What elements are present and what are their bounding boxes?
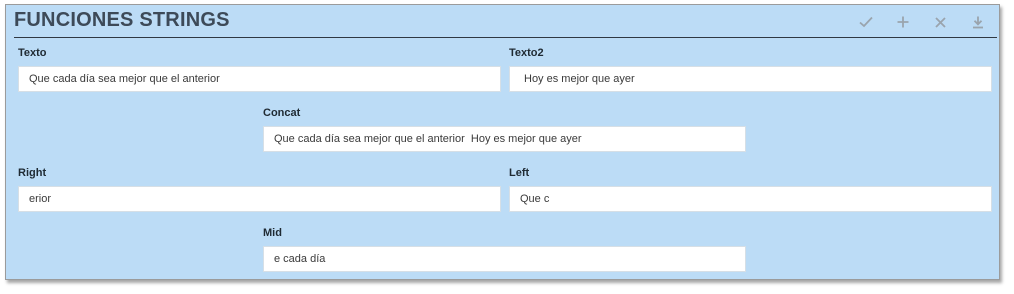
check-icon[interactable]	[856, 13, 876, 31]
panel-title: FUNCIONES STRINGS	[14, 9, 230, 31]
texto2-input[interactable]	[509, 66, 992, 92]
funciones-strings-panel: FUNCIONES STRINGS Texto Texto2 Con	[5, 4, 1000, 280]
download-icon[interactable]	[968, 13, 988, 31]
header-divider	[14, 37, 997, 38]
plus-icon[interactable]	[893, 13, 913, 31]
right-label: Right	[18, 167, 47, 179]
concat-label: Concat	[263, 107, 301, 119]
check-icon-graphic	[859, 16, 873, 28]
plus-icon-graphic	[897, 16, 909, 28]
download-icon-graphic	[973, 16, 983, 28]
mid-input[interactable]	[263, 246, 746, 272]
right-input[interactable]	[18, 186, 501, 212]
mid-label: Mid	[263, 227, 282, 239]
close-icon[interactable]	[930, 13, 950, 31]
left-input[interactable]	[509, 186, 992, 212]
left-label: Left	[509, 167, 530, 179]
texto2-label: Texto2	[509, 47, 544, 59]
texto-label: Texto	[18, 47, 47, 59]
panel-header: FUNCIONES STRINGS	[6, 5, 999, 38]
concat-input[interactable]	[263, 126, 746, 152]
texto-input[interactable]	[18, 66, 501, 92]
close-icon-graphic	[934, 16, 946, 28]
